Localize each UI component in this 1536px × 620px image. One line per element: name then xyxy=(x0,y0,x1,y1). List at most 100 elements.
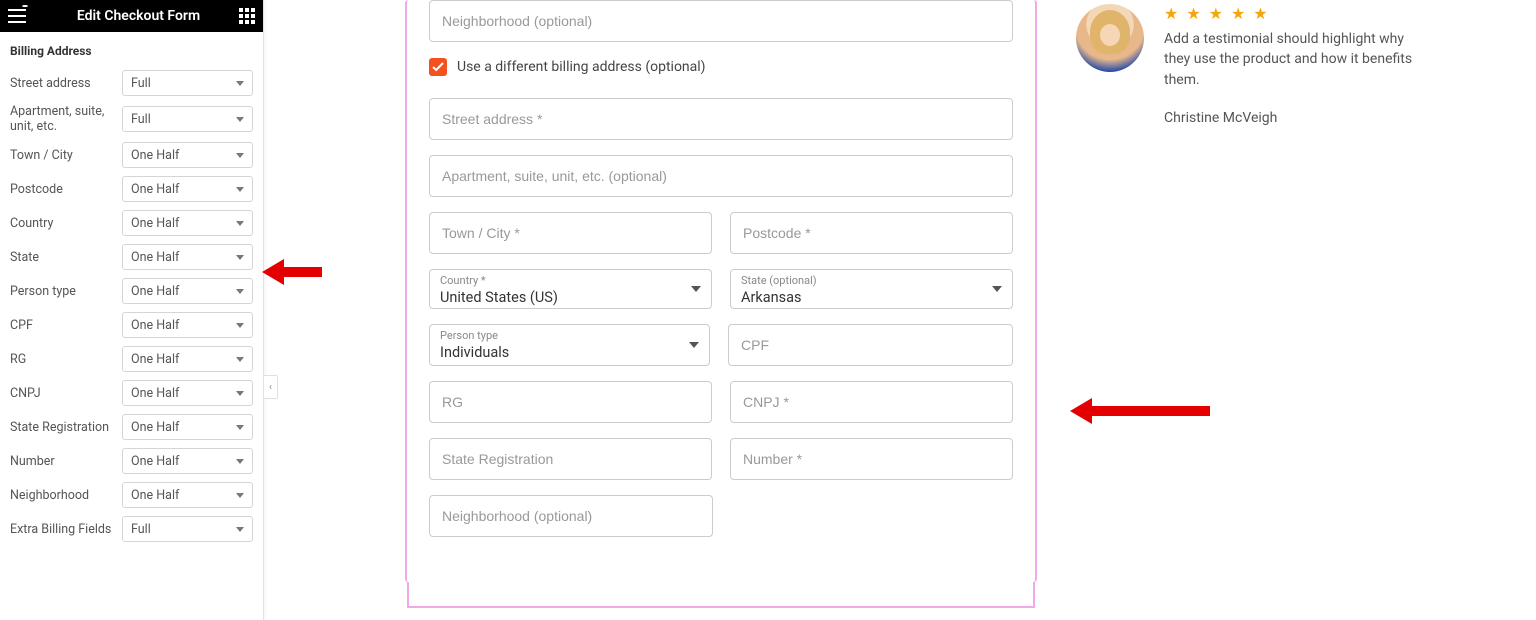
persontype-value: Individuals xyxy=(440,344,699,361)
field-label: State xyxy=(10,250,122,265)
field-row-number: Number One Half xyxy=(0,444,263,478)
field-label: Apartment, suite, unit, etc. xyxy=(10,104,122,134)
field-width-select[interactable]: One Half xyxy=(122,482,253,508)
canvas: Use a different billing address (optiona… xyxy=(405,0,1045,620)
field-width-value: One Half xyxy=(131,454,179,469)
chevron-down-icon xyxy=(992,286,1002,292)
field-width-select[interactable]: One Half xyxy=(122,176,253,202)
field-width-select[interactable]: One Half xyxy=(122,346,253,372)
cpf-input[interactable] xyxy=(728,324,1013,366)
neighborhood-input-top[interactable] xyxy=(429,0,1013,42)
cnpj-input[interactable] xyxy=(730,381,1013,423)
field-row-postcode: Postcode One Half xyxy=(0,172,263,206)
field-label: Street address xyxy=(10,76,122,91)
field-row-cpf: CPF One Half xyxy=(0,308,263,342)
section-title: Billing Address xyxy=(0,32,263,66)
field-width-value: One Half xyxy=(131,488,179,503)
chevron-down-icon xyxy=(236,81,244,86)
field-row-extra-billing: Extra Billing Fields Full xyxy=(0,512,263,546)
chevron-down-icon xyxy=(236,459,244,464)
testimonial-text: Add a testimonial should highlight why t… xyxy=(1164,29,1424,90)
persontype-label: Person type xyxy=(440,329,699,342)
field-width-select[interactable]: One Half xyxy=(122,244,253,270)
state-label: State (optional) xyxy=(741,274,1002,287)
field-label: Postcode xyxy=(10,182,122,197)
field-row-rg: RG One Half xyxy=(0,342,263,376)
annotation-arrow-left xyxy=(262,255,322,289)
field-width-value: One Half xyxy=(131,352,179,367)
country-select[interactable]: Country * United States (US) xyxy=(429,269,712,309)
field-label: State Registration xyxy=(10,420,122,435)
diff-billing-checkbox-row[interactable]: Use a different billing address (optiona… xyxy=(429,58,1013,76)
state-value: Arkansas xyxy=(741,289,1002,306)
field-width-select[interactable]: One Half xyxy=(122,142,253,168)
state-select[interactable]: State (optional) Arkansas xyxy=(730,269,1013,309)
apartment-input[interactable] xyxy=(429,155,1013,197)
town-input[interactable] xyxy=(429,212,712,254)
field-width-select[interactable]: One Half xyxy=(122,312,253,338)
country-value: United States (US) xyxy=(440,289,701,306)
field-label: Number xyxy=(10,454,122,469)
field-row-town: Town / City One Half xyxy=(0,138,263,172)
field-width-value: One Half xyxy=(131,182,179,197)
chevron-down-icon xyxy=(236,357,244,362)
field-width-value: One Half xyxy=(131,148,179,163)
chevron-down-icon xyxy=(236,527,244,532)
field-width-value: One Half xyxy=(131,250,179,265)
field-row-statereg: State Registration One Half xyxy=(0,410,263,444)
field-row-country: Country One Half xyxy=(0,206,263,240)
chevron-down-icon xyxy=(236,323,244,328)
neighborhood-input[interactable] xyxy=(429,495,713,537)
field-width-value: Full xyxy=(131,76,151,91)
field-width-select[interactable]: Full xyxy=(122,106,253,132)
postcode-input[interactable] xyxy=(730,212,1013,254)
statereg-input[interactable] xyxy=(429,438,712,480)
checkout-form-preview: Use a different billing address (optiona… xyxy=(405,0,1037,582)
chevron-down-icon xyxy=(691,286,701,292)
field-width-value: One Half xyxy=(131,420,179,435)
street-input[interactable] xyxy=(429,98,1013,140)
sidebar-header: Edit Checkout Form xyxy=(0,0,263,32)
chevron-down-icon xyxy=(236,289,244,294)
chevron-down-icon xyxy=(236,391,244,396)
collapse-panel-icon[interactable]: ‹ xyxy=(264,375,278,399)
field-width-value: One Half xyxy=(131,284,179,299)
chevron-down-icon xyxy=(236,493,244,498)
field-width-value: Full xyxy=(131,522,151,537)
rg-input[interactable] xyxy=(429,381,712,423)
annotation-arrow-right xyxy=(1070,394,1210,428)
field-row-cnpj: CNPJ One Half xyxy=(0,376,263,410)
field-width-value: Full xyxy=(131,112,151,127)
diff-billing-label: Use a different billing address (optiona… xyxy=(457,59,706,75)
field-width-select[interactable]: Full xyxy=(122,516,253,542)
grid-icon[interactable] xyxy=(239,8,255,24)
chevron-down-icon xyxy=(236,187,244,192)
chevron-down-icon xyxy=(236,425,244,430)
persontype-select[interactable]: Person type Individuals xyxy=(429,324,710,366)
checkbox-checked-icon[interactable] xyxy=(429,58,447,76)
field-width-select[interactable]: One Half xyxy=(122,414,253,440)
country-label: Country * xyxy=(440,274,701,287)
field-width-select[interactable]: One Half xyxy=(122,380,253,406)
field-width-value: One Half xyxy=(131,318,179,333)
number-input[interactable] xyxy=(730,438,1013,480)
field-label: Neighborhood xyxy=(10,488,122,503)
field-label: Town / City xyxy=(10,148,122,163)
field-label: CNPJ xyxy=(10,386,122,401)
field-width-value: One Half xyxy=(131,386,179,401)
avatar xyxy=(1076,4,1144,72)
field-width-value: One Half xyxy=(131,216,179,231)
field-width-select[interactable]: One Half xyxy=(122,210,253,236)
chevron-down-icon xyxy=(236,255,244,260)
testimonial-block: ★ ★ ★ ★ ★ Add a testimonial should highl… xyxy=(1076,0,1436,126)
field-width-select[interactable]: One Half xyxy=(122,448,253,474)
editor-sidebar: Edit Checkout Form Billing Address Stree… xyxy=(0,0,264,620)
menu-icon[interactable] xyxy=(8,9,26,23)
field-width-select[interactable]: Full xyxy=(122,70,253,96)
field-width-select[interactable]: One Half xyxy=(122,278,253,304)
field-row-persontype: Person type One Half xyxy=(0,274,263,308)
field-label: Person type xyxy=(10,284,122,299)
chevron-down-icon xyxy=(236,221,244,226)
field-label: RG xyxy=(10,352,122,367)
star-rating-icon: ★ ★ ★ ★ ★ xyxy=(1164,4,1424,23)
